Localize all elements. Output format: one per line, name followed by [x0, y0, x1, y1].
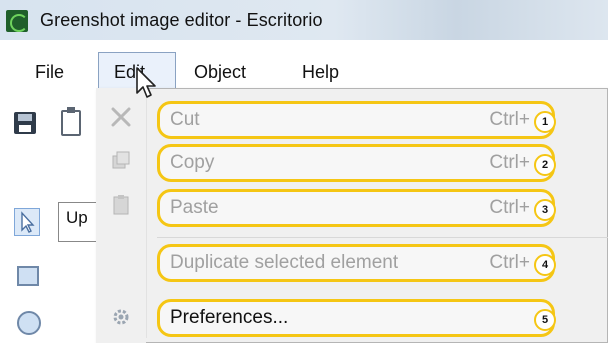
clipboard-icon[interactable] [61, 107, 81, 136]
title-bar: Greenshot image editor - Escritorio [0, 0, 608, 40]
callout-number-badge: 5 [534, 309, 556, 331]
menu-item-label: Cut [170, 109, 200, 130]
menu-item-shortcut: Ctrl+ [489, 197, 530, 218]
side-label-partial: Up [66, 208, 88, 227]
menu-item-shortcut: Ctrl+ [489, 152, 530, 173]
menu-item-label: Copy [170, 152, 215, 173]
callout-number-badge: 2 [534, 154, 556, 176]
ellipse-tool-icon[interactable] [17, 311, 41, 335]
callout-number-badge: 4 [534, 254, 556, 276]
callout-number-badge: 1 [534, 111, 556, 133]
menu-item-label: Preferences... [170, 307, 289, 328]
paste-icon [110, 194, 132, 216]
menu-object[interactable]: Object [194, 62, 246, 83]
menu-item-label: Paste [170, 197, 219, 218]
cut-icon [110, 106, 132, 128]
menu-file[interactable]: File [35, 62, 64, 83]
callout-number-badge: 3 [534, 199, 556, 221]
menu-help[interactable]: Help [302, 62, 339, 83]
save-icon[interactable] [14, 112, 36, 134]
gear-icon [110, 306, 132, 328]
dropdown-gutter-separator [146, 93, 147, 338]
menu-item-shortcut: Ctrl+ [489, 252, 530, 273]
menu-item-preferences[interactable]: Preferences... 5 [157, 299, 556, 337]
menu-item-paste[interactable]: Paste Ctrl+ 3 [157, 189, 556, 227]
mouse-cursor-icon [134, 66, 160, 100]
menu-item-shortcut: Ctrl+ [489, 109, 530, 130]
copy-icon [110, 150, 132, 172]
menu-item-duplicate[interactable]: Duplicate selected element Ctrl+ 4 [157, 244, 556, 282]
rectangle-tool-icon[interactable] [17, 266, 39, 286]
greenshot-app-icon [6, 10, 28, 32]
menu-item-copy[interactable]: Copy Ctrl+ 2 [157, 144, 556, 182]
menu-item-cut[interactable]: Cut Ctrl+ 1 [157, 101, 556, 139]
window-title: Greenshot image editor - Escritorio [40, 10, 323, 30]
pointer-tool-icon[interactable] [14, 208, 40, 236]
dropdown-separator [157, 237, 608, 238]
menu-item-label: Duplicate selected element [170, 252, 399, 273]
